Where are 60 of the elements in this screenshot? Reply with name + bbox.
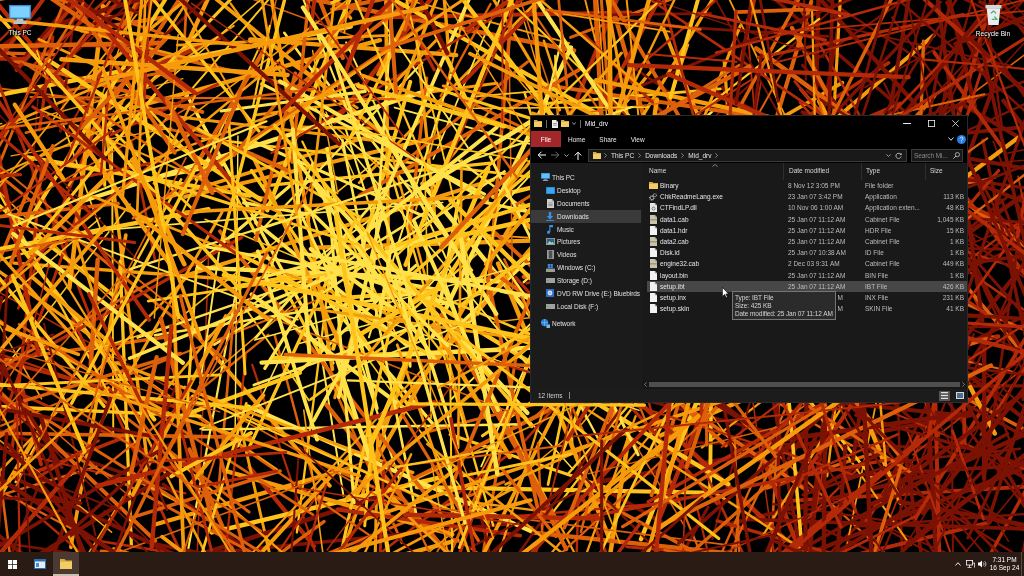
- chevron-right-icon: [681, 152, 685, 158]
- archive-icon: [649, 259, 657, 269]
- close-icon[interactable]: [951, 120, 959, 127]
- help-icon[interactable]: [957, 134, 966, 144]
- film-icon: [546, 250, 554, 260]
- document-icon: [649, 304, 657, 314]
- start-icon[interactable]: [7, 559, 17, 569]
- gear-document-icon: [649, 203, 657, 213]
- folder-icon: [593, 151, 601, 159]
- archive-icon: [649, 214, 657, 224]
- chevron-right-icon[interactable]: [962, 382, 965, 387]
- back-arrow-icon[interactable]: [536, 151, 546, 159]
- document-icon: [649, 225, 657, 235]
- details-view-icon: [941, 392, 948, 399]
- recycle-bin-icon: [984, 5, 1002, 25]
- search-icon[interactable]: [953, 151, 960, 159]
- network-icon: [540, 318, 550, 328]
- music-note-icon: [547, 224, 553, 234]
- window-icon: [34, 559, 46, 569]
- document-icon: [649, 248, 657, 258]
- picture-icon: [545, 238, 555, 246]
- view-button[interactable]: [954, 390, 965, 401]
- chevron-right-icon: [715, 152, 719, 158]
- document-icon[interactable]: [552, 119, 558, 128]
- large-icons-view-icon: [955, 392, 964, 399]
- download-arrow-icon: [546, 211, 554, 221]
- maximize-icon[interactable]: [927, 120, 935, 127]
- document-icon: [546, 198, 554, 208]
- caret-down-icon[interactable]: [571, 122, 576, 125]
- refresh-icon[interactable]: [895, 151, 902, 159]
- volume-icon[interactable]: [977, 560, 987, 568]
- chevron-right-icon: [604, 152, 607, 158]
- sort-caret-icon: [712, 164, 718, 167]
- forward-arrow-icon[interactable]: [550, 151, 560, 159]
- screen-icon: [545, 186, 555, 194]
- gears-icon: [649, 192, 657, 201]
- drive-icon: [545, 303, 555, 309]
- chevron-up-icon[interactable]: [955, 562, 961, 566]
- chevron-left-icon[interactable]: [644, 382, 647, 387]
- caret-down-icon[interactable]: [886, 153, 891, 157]
- scrollbar-thumb[interactable]: [649, 382, 960, 387]
- network-icon[interactable]: [965, 560, 975, 568]
- chevron-down-icon[interactable]: [947, 137, 954, 141]
- drive-icon: [545, 263, 555, 272]
- folder-icon: [648, 182, 658, 190]
- taskbar-button[interactable]: [53, 552, 79, 576]
- drive-icon: [545, 278, 555, 284]
- mouse-pointer-icon: [722, 287, 729, 298]
- disc-icon: [546, 289, 554, 298]
- archive-icon: [649, 237, 657, 247]
- chevron-right-icon: [638, 152, 642, 158]
- caret-down-icon[interactable]: [564, 153, 569, 157]
- folder-icon[interactable]: [561, 120, 569, 127]
- folder-icon: [60, 559, 72, 569]
- monitor-icon: [540, 173, 550, 182]
- up-arrow-icon[interactable]: [574, 150, 582, 160]
- view-button[interactable]: [939, 390, 950, 401]
- horizontal-scrollbar[interactable]: [642, 380, 967, 389]
- folder-icon: [534, 120, 542, 127]
- monitor-icon: [9, 5, 31, 24]
